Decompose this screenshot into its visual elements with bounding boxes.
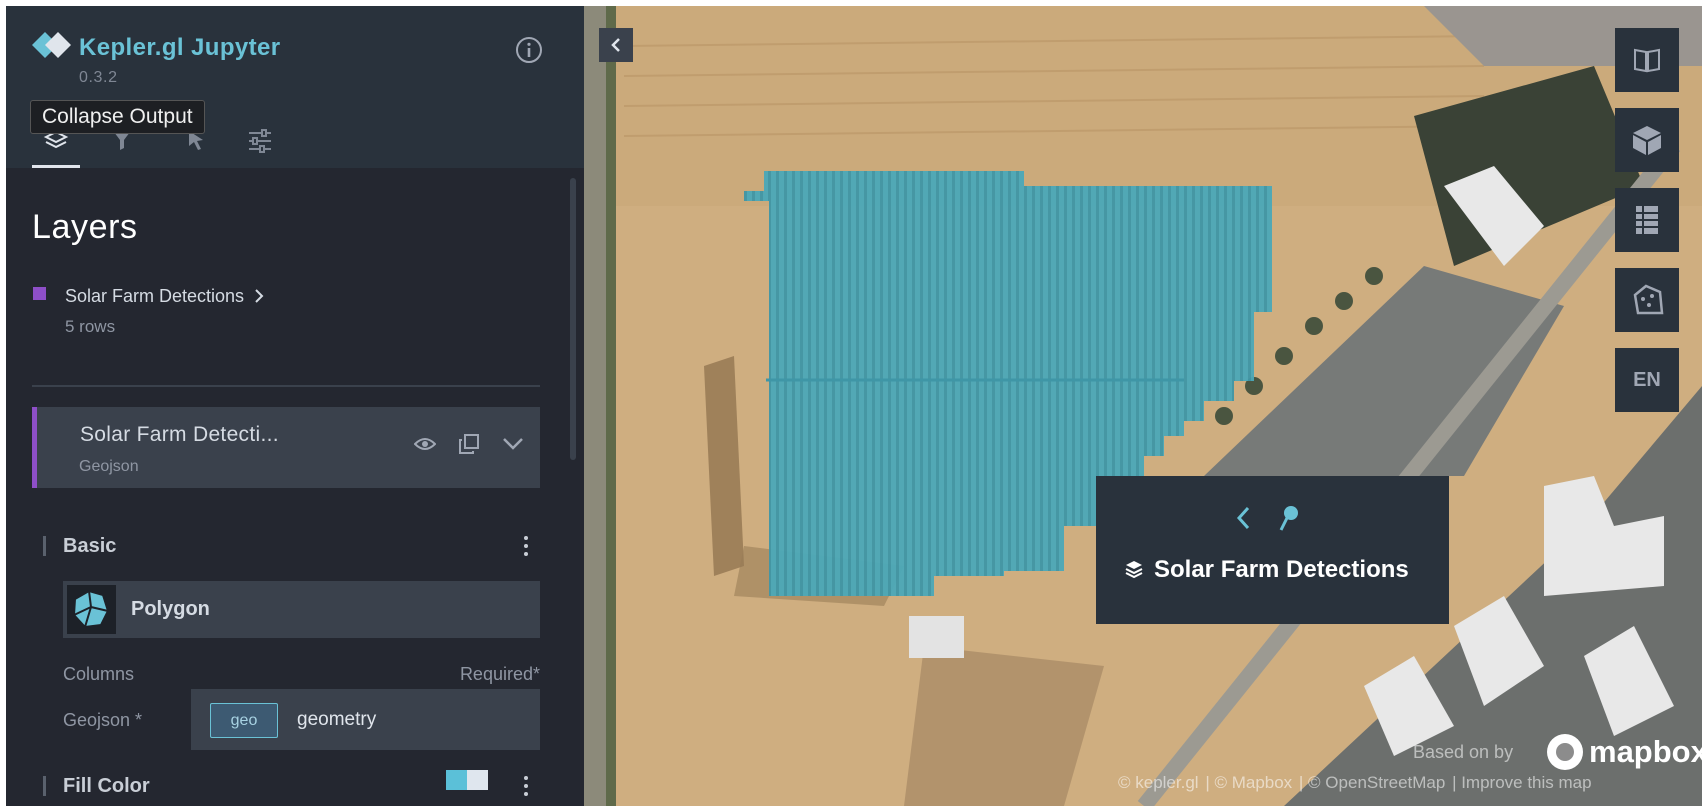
arrow-left-icon[interactable]: [1236, 505, 1252, 531]
3d-view-button[interactable]: [1615, 108, 1679, 172]
attribution-based-on: Based on by: [1413, 742, 1514, 762]
layers-icon: [1125, 561, 1143, 579]
map-attribution: © kepler.gl | © Mapbox | © OpenStreetMap…: [1118, 773, 1594, 793]
dataset-name: Solar Farm Detections: [65, 286, 245, 306]
collapse-sidebar-button[interactable]: [599, 28, 633, 62]
duplicate-icon[interactable]: [458, 433, 480, 455]
satellite-basemap: [584, 6, 1702, 806]
geojson-field-selector[interactable]: geo geometry: [191, 689, 540, 750]
kepler-logo-icon: [32, 32, 71, 58]
layer-type-label: Polygon: [131, 598, 210, 620]
app-title: Kepler.gl Jupyter: [79, 34, 281, 61]
required-label: Required*: [459, 664, 540, 684]
tab-base-map[interactable]: [236, 122, 284, 168]
app-frame: Kepler.gl Jupyter 0.3.2 Collapse Output: [6, 6, 1702, 806]
mapbox-icon: [1547, 734, 1583, 770]
section-divider: [32, 385, 540, 387]
map-popover: Solar Farm Detections: [1096, 476, 1449, 624]
panel-header: Kepler.gl Jupyter 0.3.2 Collapse Output: [6, 6, 584, 168]
fill-color-swatch[interactable]: [446, 770, 488, 790]
field-type-badge: geo: [210, 703, 278, 738]
polygon-type-icon: [67, 585, 116, 634]
dataset-title[interactable]: Solar Farm Detections: [65, 286, 265, 307]
popover-layer-title: Solar Farm Detections: [1125, 556, 1409, 584]
chevron-right-icon: [255, 289, 264, 303]
dataset-row-count: 5 rows: [65, 317, 116, 336]
book-icon: [1634, 48, 1660, 73]
columns-label: Columns: [63, 664, 135, 684]
attribution-improve-link[interactable]: | Improve this map: [1452, 773, 1592, 792]
draw-polygon-button[interactable]: [1615, 268, 1679, 332]
eye-icon[interactable]: [414, 436, 436, 452]
table-icon: [1636, 206, 1658, 234]
layer-type: Geojson: [79, 458, 139, 475]
legend-button[interactable]: [1615, 188, 1679, 252]
fill-color-menu-icon[interactable]: [518, 774, 534, 798]
layer-type-selector[interactable]: Polygon: [63, 581, 540, 638]
layers-heading: Layers: [32, 208, 138, 246]
basic-section-title[interactable]: Basic: [63, 535, 116, 558]
basic-section-marker: [43, 536, 46, 556]
layer-name[interactable]: Solar Farm Detecti...: [80, 423, 279, 447]
mapbox-logo-text: mapbox: [1589, 734, 1702, 769]
app-version: 0.3.2: [79, 69, 118, 86]
split-map-button[interactable]: [1615, 28, 1679, 92]
geojson-field-label: Geojson *: [63, 710, 143, 730]
locale-label: EN: [1633, 368, 1661, 391]
dataset-color-swatch: [33, 287, 46, 300]
fill-color-section-title[interactable]: Fill Color: [63, 775, 150, 798]
locale-button[interactable]: EN: [1615, 348, 1679, 412]
attribution-kepler-link[interactable]: © kepler.gl: [1118, 773, 1199, 792]
pin-icon[interactable]: [1278, 504, 1300, 532]
map-view[interactable]: EN Solar Farm Detections Based on by map…: [584, 6, 1702, 806]
chevron-down-icon[interactable]: [502, 437, 524, 451]
side-panel: Kepler.gl Jupyter 0.3.2 Collapse Output: [6, 6, 584, 806]
attribution-mapbox-link[interactable]: | © Mapbox: [1205, 773, 1292, 792]
fill-color-section-marker: [43, 776, 46, 796]
info-icon[interactable]: [515, 36, 543, 64]
panel-scrollbar[interactable]: [570, 178, 576, 460]
fill-color-primary: [446, 770, 467, 790]
popover-nav: [1236, 504, 1300, 532]
popover-title: Solar Farm Detections: [1154, 556, 1409, 583]
mapbox-logo[interactable]: mapbox: [1547, 734, 1702, 770]
fill-color-secondary: [467, 770, 488, 790]
sliders-icon: [249, 129, 271, 153]
basic-menu-icon[interactable]: [518, 534, 534, 558]
layer-panel-header[interactable]: Solar Farm Detecti... Geojson: [32, 407, 540, 488]
cube-icon: [1633, 126, 1661, 155]
field-name: geometry: [297, 709, 377, 730]
layer-actions: [414, 433, 524, 455]
collapse-output-tooltip: Collapse Output: [30, 100, 205, 134]
attribution-osm-link[interactable]: | © OpenStreetMap: [1299, 773, 1445, 792]
polygon-icon: [1633, 284, 1664, 315]
chevron-left-icon: [611, 38, 620, 52]
